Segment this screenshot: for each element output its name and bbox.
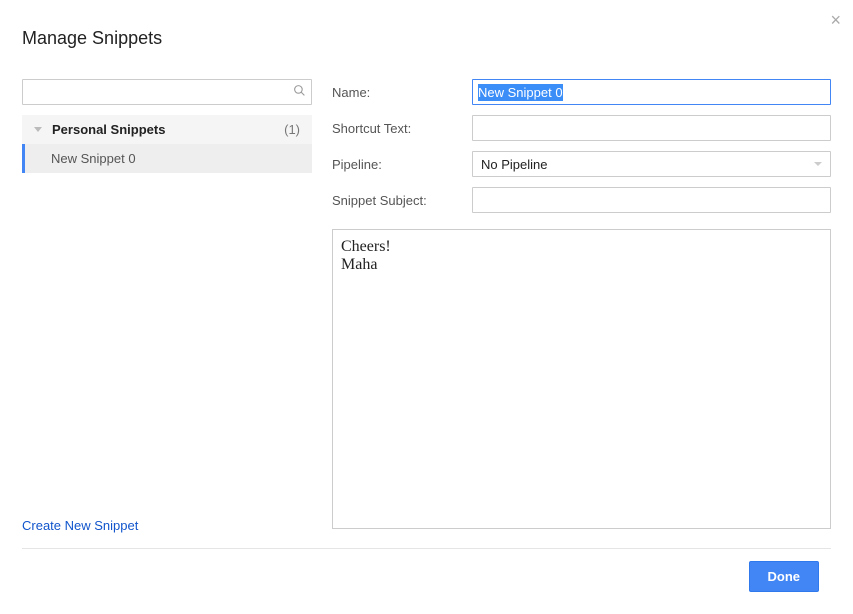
- pipeline-value: No Pipeline: [481, 157, 548, 172]
- pipeline-label: Pipeline:: [332, 157, 472, 172]
- form-panel: Name: New Snippet 0 Shortcut Text: Pipel…: [332, 79, 831, 529]
- chevron-down-icon: [814, 162, 822, 166]
- category-count: (1): [284, 122, 300, 137]
- shortcut-label: Shortcut Text:: [332, 121, 472, 136]
- name-value: New Snippet 0: [478, 84, 563, 101]
- shortcut-input[interactable]: [472, 115, 831, 141]
- search-input[interactable]: [22, 79, 312, 105]
- divider: [22, 548, 831, 549]
- snippet-item[interactable]: New Snippet 0: [22, 144, 312, 173]
- chevron-down-icon: [34, 127, 42, 132]
- category-label: Personal Snippets: [52, 122, 284, 137]
- subject-input[interactable]: [472, 187, 831, 213]
- snippet-editor[interactable]: Cheers! Maha: [332, 229, 831, 529]
- subject-label: Snippet Subject:: [332, 193, 472, 208]
- snippet-item-label: New Snippet 0: [51, 151, 136, 166]
- create-snippet-link[interactable]: Create New Snippet: [22, 518, 138, 533]
- snippet-category[interactable]: Personal Snippets (1): [22, 115, 312, 144]
- done-button[interactable]: Done: [749, 561, 820, 592]
- name-label: Name:: [332, 85, 472, 100]
- name-input[interactable]: New Snippet 0: [472, 79, 831, 105]
- sidebar: Personal Snippets (1) New Snippet 0: [22, 79, 312, 529]
- close-icon[interactable]: ×: [830, 10, 841, 31]
- page-title: Manage Snippets: [0, 0, 853, 49]
- pipeline-dropdown[interactable]: No Pipeline: [472, 151, 831, 177]
